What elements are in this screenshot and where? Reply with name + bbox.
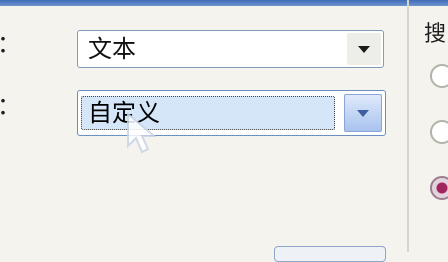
chevron-down-icon — [357, 109, 369, 117]
type-dropdown-value: 文本 — [88, 35, 136, 63]
group-title: 搜 — [424, 22, 447, 47]
radio-option-3[interactable] — [430, 176, 448, 200]
format-dropdown-button[interactable] — [344, 94, 382, 132]
radio-option-2[interactable] — [430, 120, 448, 144]
field-label-2: ： — [0, 94, 21, 118]
dialog-button[interactable] — [274, 246, 386, 262]
panel-divider — [407, 0, 409, 252]
window-title-bar — [0, 0, 448, 6]
field-label-1: ： — [0, 32, 21, 56]
type-dropdown[interactable]: 文本 — [77, 30, 384, 68]
type-dropdown-button[interactable] — [347, 33, 381, 65]
chevron-down-icon — [358, 45, 370, 53]
radio-option-1[interactable] — [430, 64, 448, 88]
mouse-cursor-icon — [127, 112, 157, 154]
format-dropdown-value: 自定义 — [81, 96, 335, 130]
